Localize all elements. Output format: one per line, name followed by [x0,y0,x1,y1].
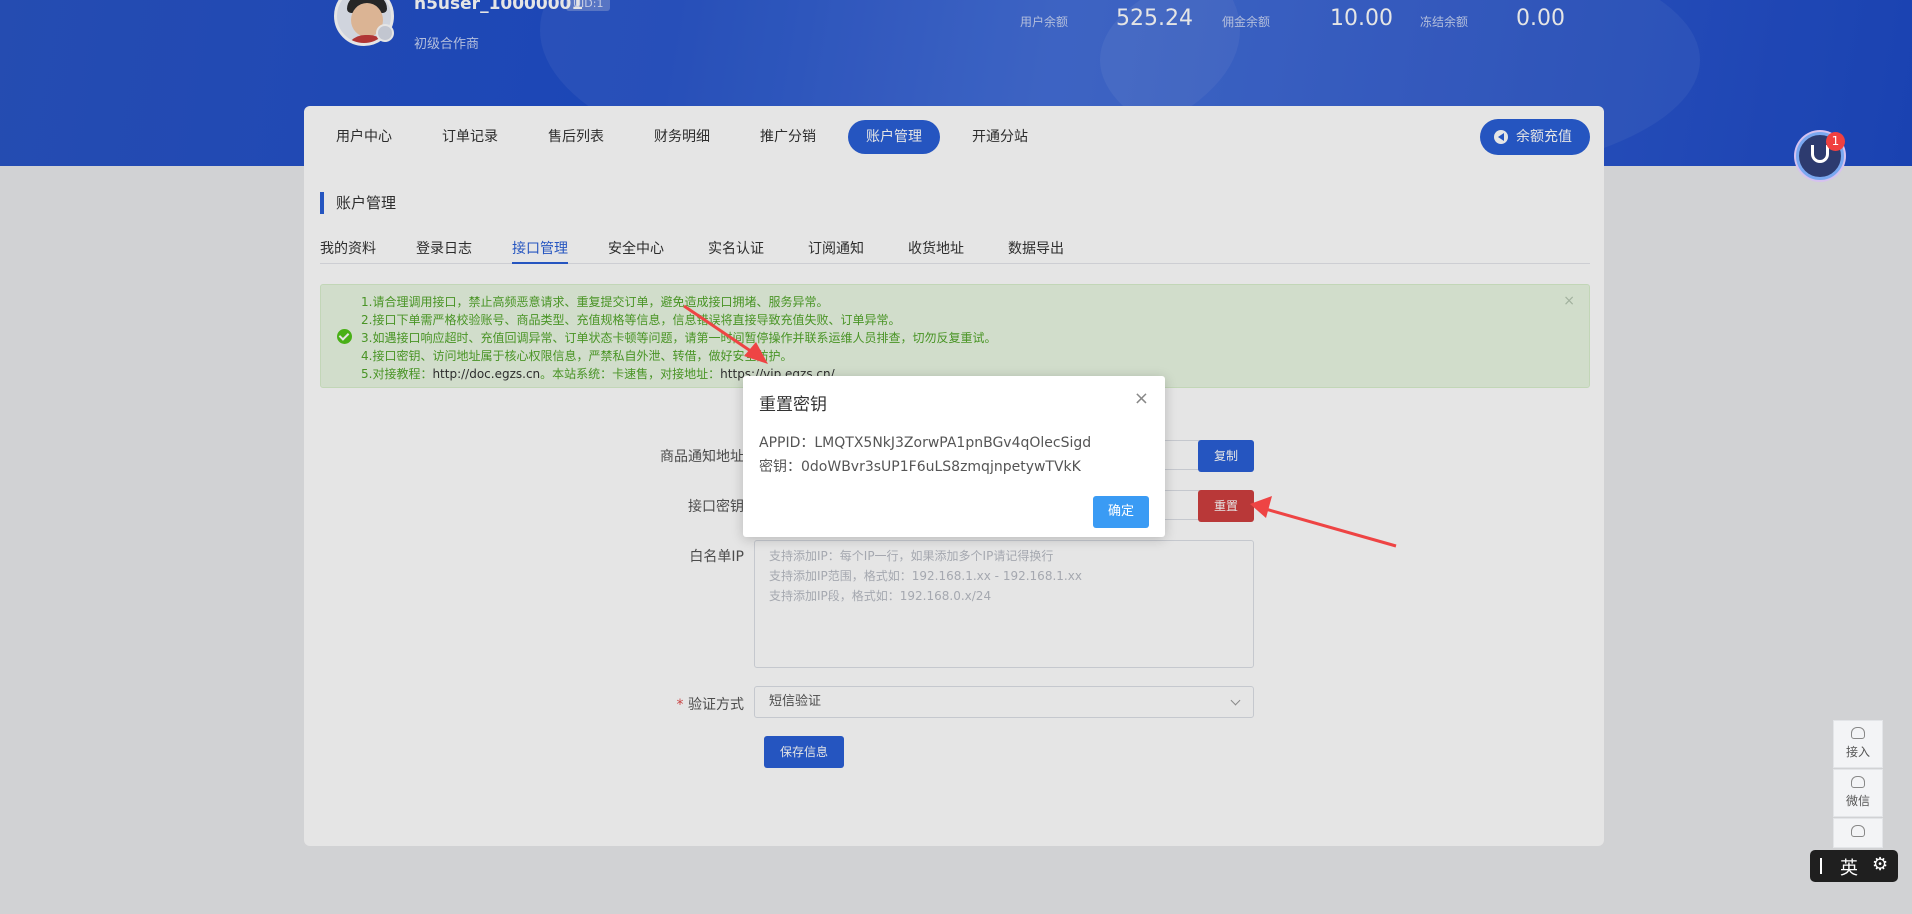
reset-secret-dialog: 重置密钥 × APPID：LMQTX5NkJ3ZorwPA1pnBGv4qOle… [743,376,1165,537]
secret-line: 密钥：0doWBvr3sUP1F6uLS8zmqjnpetywTVkK [759,459,1081,475]
qq-icon [1851,825,1865,837]
dialog-title: 重置密钥 [759,395,827,415]
gear-icon[interactable]: ⚙ [1872,855,1892,875]
wechat-icon [1851,776,1865,788]
side-tool-label: 微信 [1845,794,1870,808]
appid-line: APPID：LMQTX5NkJ3ZorwPA1pnBGv4qOlecSigd [759,435,1092,451]
confirm-button[interactable]: 确定 [1093,496,1149,528]
ime-language[interactable]: 英 [1840,854,1858,880]
text-cursor-icon [1820,858,1822,874]
side-tool-qq[interactable] [1833,818,1883,848]
side-tool-label: 接入 [1845,745,1870,759]
notification-badge: 1 [1826,132,1845,151]
side-tool-wechat[interactable]: 微信 [1833,769,1883,817]
headset-icon [1851,727,1865,739]
ime-toolbar[interactable]: 英 ⚙ [1810,850,1898,882]
side-tool-support[interactable]: 接入 [1833,720,1883,768]
logo-mark [1811,145,1829,163]
close-icon[interactable]: × [1134,388,1149,409]
